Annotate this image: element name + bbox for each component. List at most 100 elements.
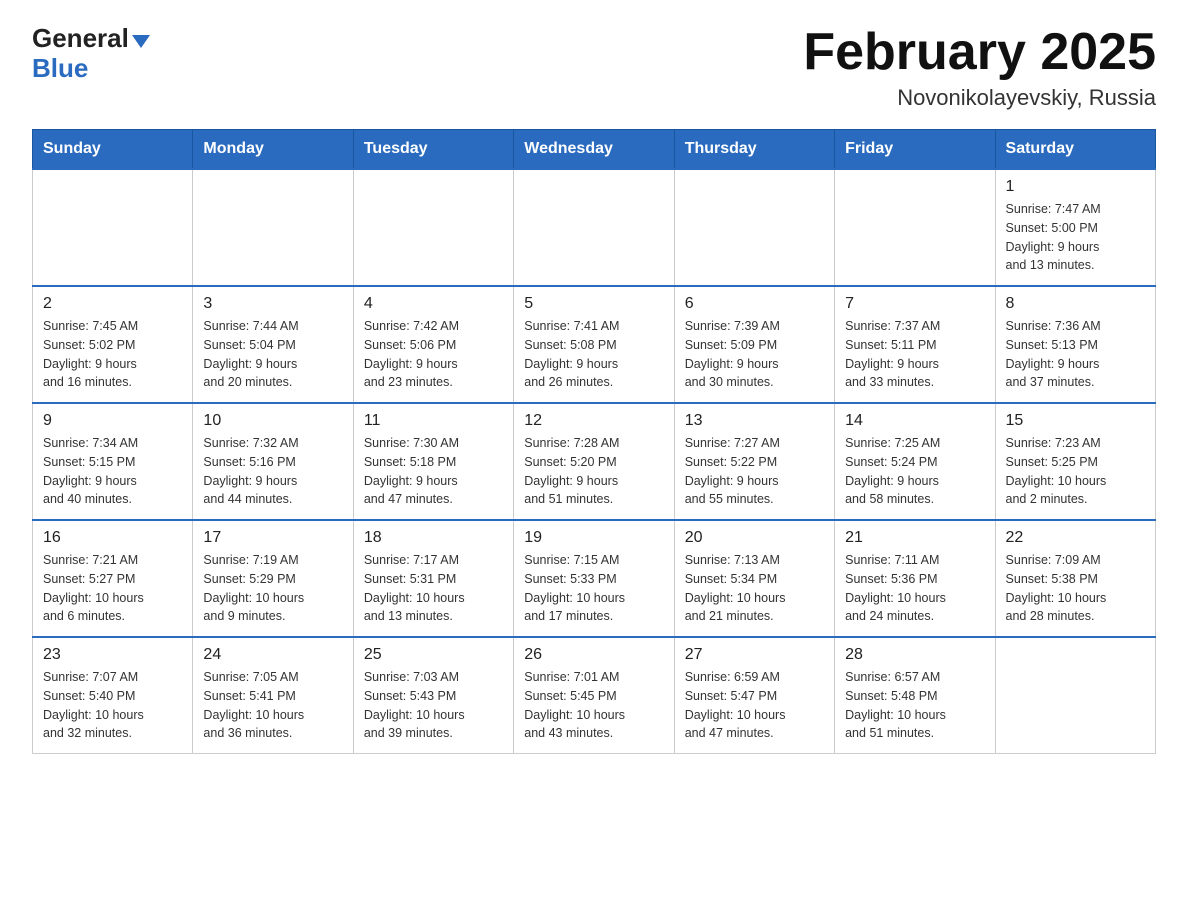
day-number: 1: [1006, 178, 1145, 196]
day-of-week-header: Thursday: [674, 130, 834, 170]
day-number: 5: [524, 295, 663, 313]
day-of-week-header: Sunday: [33, 130, 193, 170]
day-of-week-header: Wednesday: [514, 130, 674, 170]
calendar-day-cell: 10 Sunrise: 7:32 AM Sunset: 5:16 PM Dayli…: [193, 403, 353, 520]
title-block: February 2025 Novonikolayevskiy, Russia: [803, 24, 1156, 111]
day-number: 23: [43, 646, 182, 664]
day-number: 21: [845, 529, 984, 547]
calendar-table: SundayMondayTuesdayWednesdayThursdayFrid…: [32, 129, 1156, 754]
day-number: 8: [1006, 295, 1145, 313]
calendar-day-cell: 24 Sunrise: 7:05 AM Sunset: 5:41 PM Dayli…: [193, 637, 353, 754]
day-info: Sunrise: 7:03 AM Sunset: 5:43 PM Dayligh…: [364, 668, 503, 743]
calendar-day-cell: [353, 169, 513, 286]
day-number: 2: [43, 295, 182, 313]
day-number: 11: [364, 412, 503, 430]
day-info: Sunrise: 7:21 AM Sunset: 5:27 PM Dayligh…: [43, 551, 182, 626]
day-info: Sunrise: 6:59 AM Sunset: 5:47 PM Dayligh…: [685, 668, 824, 743]
calendar-week-row: 2 Sunrise: 7:45 AM Sunset: 5:02 PM Daylig…: [33, 286, 1156, 403]
day-number: 10: [203, 412, 342, 430]
day-info: Sunrise: 7:30 AM Sunset: 5:18 PM Dayligh…: [364, 434, 503, 509]
calendar-day-cell: 15Sunrise: 7:23 AM Sunset: 5:25 PM Dayli…: [995, 403, 1155, 520]
calendar-day-cell: 18 Sunrise: 7:17 AM Sunset: 5:31 PM Dayli…: [353, 520, 513, 637]
day-info: Sunrise: 7:17 AM Sunset: 5:31 PM Dayligh…: [364, 551, 503, 626]
day-info: Sunrise: 6:57 AM Sunset: 5:48 PM Dayligh…: [845, 668, 984, 743]
day-info: Sunrise: 7:09 AM Sunset: 5:38 PM Dayligh…: [1006, 551, 1145, 626]
day-number: 20: [685, 529, 824, 547]
calendar-day-cell: 23 Sunrise: 7:07 AM Sunset: 5:40 PM Dayli…: [33, 637, 193, 754]
logo: General Blue: [32, 24, 150, 84]
day-number: 4: [364, 295, 503, 313]
day-number: 9: [43, 412, 182, 430]
calendar-day-cell: 12 Sunrise: 7:28 AM Sunset: 5:20 PM Dayli…: [514, 403, 674, 520]
day-info: Sunrise: 7:47 AM Sunset: 5:00 PM Dayligh…: [1006, 200, 1145, 275]
calendar-day-cell: 21 Sunrise: 7:11 AM Sunset: 5:36 PM Dayli…: [835, 520, 995, 637]
day-number: 25: [364, 646, 503, 664]
day-info: Sunrise: 7:32 AM Sunset: 5:16 PM Dayligh…: [203, 434, 342, 509]
day-of-week-header: Tuesday: [353, 130, 513, 170]
calendar-header-row: SundayMondayTuesdayWednesdayThursdayFrid…: [33, 130, 1156, 170]
calendar-day-cell: 3 Sunrise: 7:44 AM Sunset: 5:04 PM Daylig…: [193, 286, 353, 403]
day-info: Sunrise: 7:19 AM Sunset: 5:29 PM Dayligh…: [203, 551, 342, 626]
calendar-day-cell: 6 Sunrise: 7:39 AM Sunset: 5:09 PM Daylig…: [674, 286, 834, 403]
calendar-title: February 2025: [803, 24, 1156, 81]
logo-blue: Blue: [32, 53, 88, 83]
day-info: Sunrise: 7:42 AM Sunset: 5:06 PM Dayligh…: [364, 317, 503, 392]
calendar-day-cell: 16Sunrise: 7:21 AM Sunset: 5:27 PM Dayli…: [33, 520, 193, 637]
day-info: Sunrise: 7:13 AM Sunset: 5:34 PM Dayligh…: [685, 551, 824, 626]
day-number: 26: [524, 646, 663, 664]
day-info: Sunrise: 7:45 AM Sunset: 5:02 PM Dayligh…: [43, 317, 182, 392]
day-number: 3: [203, 295, 342, 313]
day-number: 19: [524, 529, 663, 547]
calendar-day-cell: [995, 637, 1155, 754]
day-info: Sunrise: 7:05 AM Sunset: 5:41 PM Dayligh…: [203, 668, 342, 743]
day-info: Sunrise: 7:11 AM Sunset: 5:36 PM Dayligh…: [845, 551, 984, 626]
day-of-week-header: Monday: [193, 130, 353, 170]
calendar-day-cell: 25 Sunrise: 7:03 AM Sunset: 5:43 PM Dayli…: [353, 637, 513, 754]
page-header: General Blue February 2025 Novonikolayev…: [32, 24, 1156, 111]
day-number: 24: [203, 646, 342, 664]
day-info: Sunrise: 7:39 AM Sunset: 5:09 PM Dayligh…: [685, 317, 824, 392]
calendar-day-cell: 1 Sunrise: 7:47 AM Sunset: 5:00 PM Daylig…: [995, 169, 1155, 286]
calendar-week-row: 23 Sunrise: 7:07 AM Sunset: 5:40 PM Dayli…: [33, 637, 1156, 754]
day-of-week-header: Friday: [835, 130, 995, 170]
calendar-week-row: 16Sunrise: 7:21 AM Sunset: 5:27 PM Dayli…: [33, 520, 1156, 637]
day-info: Sunrise: 7:37 AM Sunset: 5:11 PM Dayligh…: [845, 317, 984, 392]
logo-arrow-icon: [132, 35, 150, 48]
day-number: 14: [845, 412, 984, 430]
calendar-week-row: 9 Sunrise: 7:34 AM Sunset: 5:15 PM Daylig…: [33, 403, 1156, 520]
calendar-day-cell: [835, 169, 995, 286]
calendar-day-cell: 13 Sunrise: 7:27 AM Sunset: 5:22 PM Dayli…: [674, 403, 834, 520]
day-number: 28: [845, 646, 984, 664]
calendar-day-cell: [193, 169, 353, 286]
calendar-day-cell: 28 Sunrise: 6:57 AM Sunset: 5:48 PM Dayli…: [835, 637, 995, 754]
day-info: Sunrise: 7:15 AM Sunset: 5:33 PM Dayligh…: [524, 551, 663, 626]
calendar-day-cell: 22Sunrise: 7:09 AM Sunset: 5:38 PM Dayli…: [995, 520, 1155, 637]
day-number: 18: [364, 529, 503, 547]
calendar-day-cell: 19 Sunrise: 7:15 AM Sunset: 5:33 PM Dayli…: [514, 520, 674, 637]
day-info: Sunrise: 7:01 AM Sunset: 5:45 PM Dayligh…: [524, 668, 663, 743]
calendar-day-cell: 26 Sunrise: 7:01 AM Sunset: 5:45 PM Dayli…: [514, 637, 674, 754]
day-number: 7: [845, 295, 984, 313]
calendar-day-cell: 4 Sunrise: 7:42 AM Sunset: 5:06 PM Daylig…: [353, 286, 513, 403]
calendar-week-row: 1 Sunrise: 7:47 AM Sunset: 5:00 PM Daylig…: [33, 169, 1156, 286]
day-of-week-header: Saturday: [995, 130, 1155, 170]
day-number: 12: [524, 412, 663, 430]
calendar-day-cell: 14 Sunrise: 7:25 AM Sunset: 5:24 PM Dayli…: [835, 403, 995, 520]
calendar-day-cell: 20 Sunrise: 7:13 AM Sunset: 5:34 PM Dayli…: [674, 520, 834, 637]
calendar-day-cell: [674, 169, 834, 286]
calendar-day-cell: 2 Sunrise: 7:45 AM Sunset: 5:02 PM Daylig…: [33, 286, 193, 403]
calendar-day-cell: [514, 169, 674, 286]
day-info: Sunrise: 7:41 AM Sunset: 5:08 PM Dayligh…: [524, 317, 663, 392]
calendar-subtitle: Novonikolayevskiy, Russia: [803, 85, 1156, 111]
day-number: 13: [685, 412, 824, 430]
day-info: Sunrise: 7:27 AM Sunset: 5:22 PM Dayligh…: [685, 434, 824, 509]
day-info: Sunrise: 7:25 AM Sunset: 5:24 PM Dayligh…: [845, 434, 984, 509]
day-info: Sunrise: 7:07 AM Sunset: 5:40 PM Dayligh…: [43, 668, 182, 743]
calendar-day-cell: 7 Sunrise: 7:37 AM Sunset: 5:11 PM Daylig…: [835, 286, 995, 403]
day-info: Sunrise: 7:34 AM Sunset: 5:15 PM Dayligh…: [43, 434, 182, 509]
calendar-day-cell: 27Sunrise: 6:59 AM Sunset: 5:47 PM Dayli…: [674, 637, 834, 754]
day-number: 6: [685, 295, 824, 313]
day-info: Sunrise: 7:44 AM Sunset: 5:04 PM Dayligh…: [203, 317, 342, 392]
calendar-day-cell: 8Sunrise: 7:36 AM Sunset: 5:13 PM Daylig…: [995, 286, 1155, 403]
day-info: Sunrise: 7:28 AM Sunset: 5:20 PM Dayligh…: [524, 434, 663, 509]
